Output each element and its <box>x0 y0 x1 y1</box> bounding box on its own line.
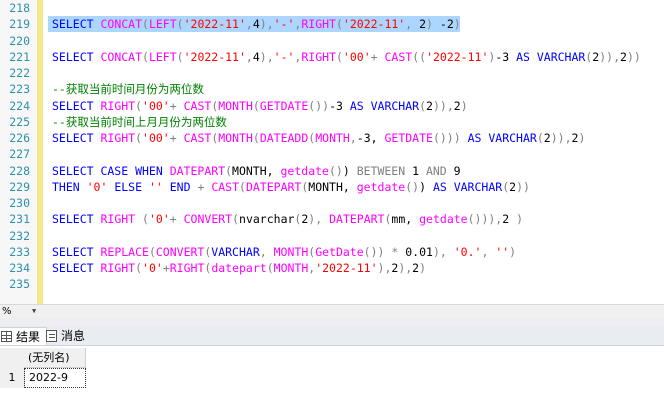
code-line[interactable]: 233 SELECT REPLACE(CONVERT(VARCHAR, MONTH… <box>0 244 664 260</box>
line-number: 233 <box>9 244 30 259</box>
code-line[interactable]: 231 SELECT RIGHT ('0'+ CONVERT(nvarchar(2… <box>0 211 664 227</box>
zoom-value: % <box>2 306 12 317</box>
code-text: --获取当前时间上月月份为两位数 <box>52 114 227 129</box>
code-text: SELECT RIGHT('00'+ CAST(MONTH(DATEADD(MO… <box>52 131 586 145</box>
line-number: 225 <box>9 114 30 129</box>
messages-icon <box>46 330 57 342</box>
code-line[interactable]: 234 SELECT RIGHT('0'+RIGHT(datepart(MONTH… <box>0 260 664 276</box>
line-number: 226 <box>9 131 30 145</box>
chevron-down-icon[interactable]: ▼ <box>32 308 36 315</box>
grid-corner[interactable] <box>0 348 25 369</box>
code-line[interactable]: 221 SELECT CONCAT(LEFT('2022-11',4),'-',R… <box>0 49 664 65</box>
query-editor[interactable]: 218 219 SELECT CONCAT(LEFT('2022-11',4),'-… <box>0 0 664 304</box>
line-number: 229 <box>9 179 30 194</box>
code-text: THEN '0' ELSE '' END + CAST(DATEPART(MON… <box>52 179 530 194</box>
results-tab-strip: 结果 消息 <box>0 326 664 346</box>
column-header[interactable]: (无列名) <box>24 348 86 368</box>
code-text: SELECT RIGHT ('0'+ CONVERT(nvarchar(2), … <box>52 212 524 227</box>
code-line[interactable]: 227 <box>0 146 664 162</box>
code-line[interactable]: 223 --获取当前时间月份为两位数 <box>0 81 664 97</box>
tab-messages[interactable]: 消息 <box>46 327 85 345</box>
code-line[interactable]: 235 <box>0 276 664 292</box>
results-grid: (无列名) 1 2022-9 <box>0 346 664 417</box>
code-text: SELECT RIGHT('00'+ CAST(MONTH(GETDATE())… <box>52 98 468 113</box>
code-line[interactable]: 229 THEN '0' ELSE '' END + CAST(DATEPART(… <box>0 179 664 195</box>
pane-splitter[interactable] <box>0 318 664 326</box>
tab-results-label: 结果 <box>16 329 41 344</box>
grid-icon <box>1 331 12 342</box>
code-text: SELECT CONCAT(LEFT('2022-11',4),'-',RIGH… <box>52 49 641 64</box>
line-number: 219 <box>9 17 30 32</box>
code-line[interactable]: 228 SELECT CASE WHEN DATEPART(MONTH, getd… <box>0 163 664 179</box>
tab-results[interactable]: 结果 <box>0 327 48 345</box>
line-number: 220 <box>9 33 30 48</box>
line-number: 218 <box>9 1 30 15</box>
code-line[interactable]: 218 <box>0 0 664 16</box>
code-text: SELECT CONCAT(LEFT('2022-11',4),'-',RIGH… <box>52 17 461 32</box>
zoom-dropdown[interactable]: % <box>0 305 12 318</box>
tab-messages-label: 消息 <box>61 329 86 343</box>
line-number: 234 <box>9 261 30 275</box>
code-text: SELECT CASE WHEN DATEPART(MONTH, getdate… <box>52 163 461 178</box>
row-number[interactable]: 1 <box>0 368 25 388</box>
line-number: 221 <box>9 49 30 64</box>
code-line[interactable]: 230 <box>0 195 664 211</box>
editor-status-bar: % ▼ <box>0 304 664 318</box>
code-line[interactable]: 226 SELECT RIGHT('00'+ CAST(MONTH(DATEADD… <box>0 130 664 146</box>
code-line[interactable]: 232 <box>0 228 664 244</box>
code-text: SELECT REPLACE(CONVERT(VARCHAR, MONTH(Ge… <box>52 244 517 259</box>
line-number: 228 <box>9 163 30 178</box>
code-line[interactable]: 222 <box>0 65 664 81</box>
code-text: --获取当前时间月份为两位数 <box>52 82 204 97</box>
line-number: 232 <box>9 228 30 243</box>
line-number: 230 <box>9 196 30 210</box>
code-line[interactable]: 219 SELECT CONCAT(LEFT('2022-11',4),'-',R… <box>0 16 664 33</box>
code-line[interactable]: 224 SELECT RIGHT('00'+ CAST(MONTH(GETDATE… <box>0 98 664 114</box>
line-number: 224 <box>9 98 30 113</box>
line-number: 223 <box>9 82 30 97</box>
line-number: 235 <box>9 277 30 292</box>
line-number: 227 <box>9 147 30 162</box>
line-number: 231 <box>9 212 30 227</box>
code-text: SELECT RIGHT('0'+RIGHT(datepart(MONTH,'2… <box>52 261 427 275</box>
code-line[interactable]: 225 --获取当前时间上月月份为两位数 <box>0 114 664 130</box>
result-cell[interactable]: 2022-9 <box>24 368 86 388</box>
line-number: 222 <box>9 66 30 80</box>
code-line[interactable]: 220 <box>0 33 664 49</box>
